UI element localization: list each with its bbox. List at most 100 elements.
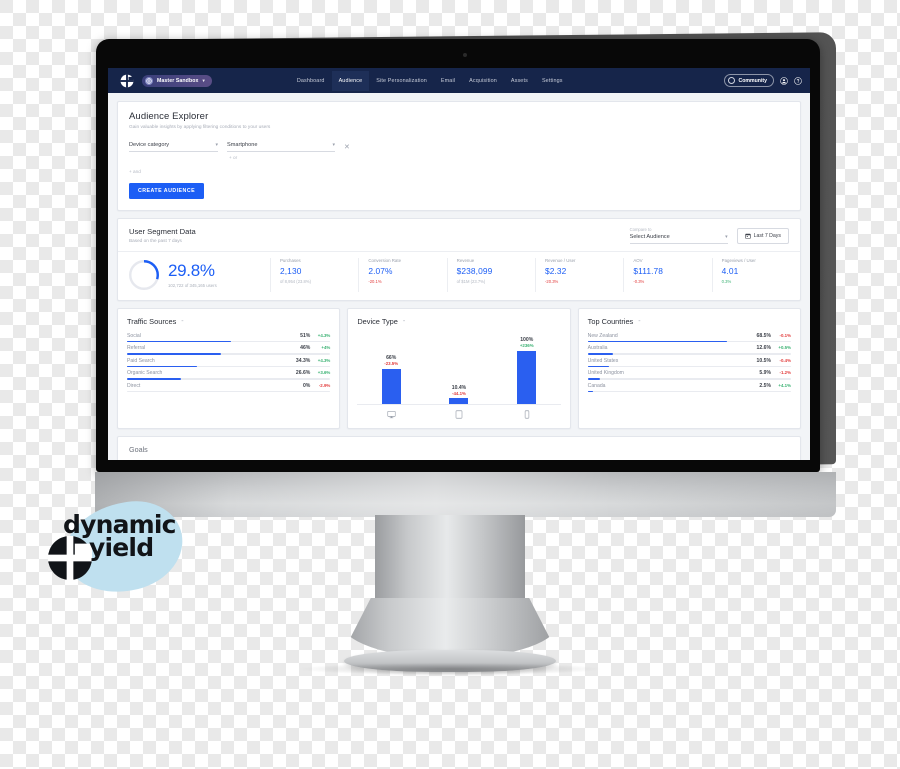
metric-value: 2,130 [280,265,302,276]
user-avatar-icon[interactable] [780,76,788,85]
progress-fill [127,353,221,355]
chevron-down-icon: ▾ [332,142,335,148]
monitor-chin [95,472,836,517]
row-value: 12.6% [756,345,771,352]
attribute-select-value: Device category [129,142,170,148]
row-value: 10.5% [756,357,771,364]
compare-audience-select[interactable]: Select Audience ▾ [629,234,728,244]
progress-track [127,340,331,343]
progress-track [587,340,791,343]
chevron-down-icon: ▾ [202,77,205,83]
progress-track [127,378,331,380]
metric-label: Revenue [456,257,475,263]
insight-panels: Traffic Sources - Social 51% +4.3% Referra… [117,307,801,429]
metric-aov: AOV $111.78 -0.3% [623,257,711,292]
table-row: Canada 2.5% +4.1% [587,382,791,393]
device-bar-mobile: 100% +236% [493,333,560,404]
metric-purchases: Purchases 2,130 of 8,954 (23.8%) [270,257,358,292]
device-bar-desktop: 66% -23.5% [358,333,425,404]
nav-link-settings[interactable]: Settings [535,71,570,91]
nav-link-acquisition[interactable]: Acquisition [462,71,504,91]
segment-share-text: 29.8% 102,722 of 345,165 users [168,262,217,288]
section-subtitle: Based on the past 7 days [129,238,182,243]
progress-fill [587,365,609,368]
community-button[interactable]: Community [724,74,774,87]
nav-link-dashboard[interactable]: Dashboard [290,71,332,91]
section-title: User Segment Data [129,226,196,236]
progress-track [127,353,331,355]
collapse-dash-icon[interactable]: - [638,318,640,325]
bar-rect [381,368,401,404]
metric-label: Purchases [280,257,301,263]
help-circle-icon[interactable] [794,76,802,85]
segment-share-metric: 29.8% 102,722 of 345,165 users [118,258,270,292]
metric-revenue-per-user: Revenue / User $2.32 -20.3% [534,257,623,292]
metric-label: AOV [633,257,643,263]
add-and-condition-link[interactable]: + and [129,169,789,174]
top-countries-title-row: Top Countries - [588,317,791,326]
row-label: Paid Search [127,357,155,364]
table-row: Direct 0% -2.9% [127,383,331,393]
segment-share-fraction: 102,722 of 345,165 users [168,282,217,288]
row-value: 5.9% [759,370,771,377]
metric-conversion-rate: Conversion Rate 2.07% -20.1% [358,257,446,292]
metrics-row: 29.8% 102,722 of 345,165 users Purchases… [118,250,800,300]
metric-value: $2.32 [544,265,567,276]
desktop-icon [387,410,396,418]
progress-fill [587,340,727,343]
collapse-dash-icon[interactable]: - [181,318,183,325]
date-range-button[interactable]: Last 7 Days [736,227,789,244]
page-subtitle: Gain valuable insights by applying filte… [129,125,271,130]
row-value: 34.3% [295,357,311,364]
bar-rect [449,398,469,404]
dynamic-yield-brand-badge: dynamic yield [47,494,190,600]
account-selector[interactable]: Master Sandbox ▾ [142,74,212,87]
segment-share-donut-chart [129,259,159,290]
bar-delta: -23.5% [384,361,399,366]
row-delta: +4.3% [317,357,331,363]
progress-track [127,390,331,393]
panel-title: Top Countries [587,316,634,326]
bar-value: 10.4% [451,384,467,391]
nav-link-audience[interactable]: Audience [331,70,370,91]
value-select[interactable]: Smartphone ▾ [227,142,335,152]
attribute-select[interactable]: Device category ▾ [129,142,218,152]
nav-link-email[interactable]: Email [434,71,462,91]
panel-title: Traffic Sources [127,316,177,326]
chevron-down-icon: ▾ [215,142,218,148]
bar-labels: 66% -23.5% [384,355,398,366]
community-icon [728,77,736,84]
progress-fill [127,378,182,380]
metric-label: Conversion Rate [368,257,402,263]
imac-mockup-scene: Master Sandbox ▾ Dashboard Audience Site… [0,0,900,769]
device-bar-tablet: 10.4% -44.1% [425,333,492,404]
filter-condition-row: Device category ▾ Smartphone ▾ ✕ [129,142,789,152]
progress-fill [587,390,593,393]
compare-to-label: Compare to [629,226,652,232]
nav-link-assets[interactable]: Assets [504,71,535,91]
row-value: 2.5% [759,382,771,389]
progress-fill [587,378,600,380]
progress-track [127,365,331,368]
row-value: 68.5% [756,332,771,339]
globe-icon [145,76,153,85]
row-delta: +4.3% [317,332,331,338]
monitor-drop-shadow [300,663,600,675]
metric-sub: -20.1% [368,278,382,284]
row-label: New Zealand [587,332,618,339]
page-title: Audience Explorer [129,111,209,122]
collapse-dash-icon[interactable]: - [403,318,405,325]
metric-revenue: Revenue $238,099 of $1M (23.7%) [446,257,535,292]
user-segment-controls: Compare to Select Audience ▾ Last 7 Days [629,226,789,244]
create-audience-button[interactable]: CREATE AUDIENCE [129,182,205,199]
nav-link-site-personalization[interactable]: Site Personalization [369,71,434,91]
remove-condition-button[interactable]: ✕ [344,144,350,152]
dynamic-yield-logo-icon[interactable] [120,74,134,88]
traffic-sources-title-row: Traffic Sources - [127,317,330,326]
page-content: Audience Explorer Gain valuable insights… [108,93,810,460]
metric-value: $238,099 [456,265,493,276]
date-range-label: Last 7 Days [753,232,781,239]
metric-value: $111.78 [633,265,664,276]
add-or-condition-link[interactable]: + or [229,155,789,160]
community-label: Community [738,77,767,84]
